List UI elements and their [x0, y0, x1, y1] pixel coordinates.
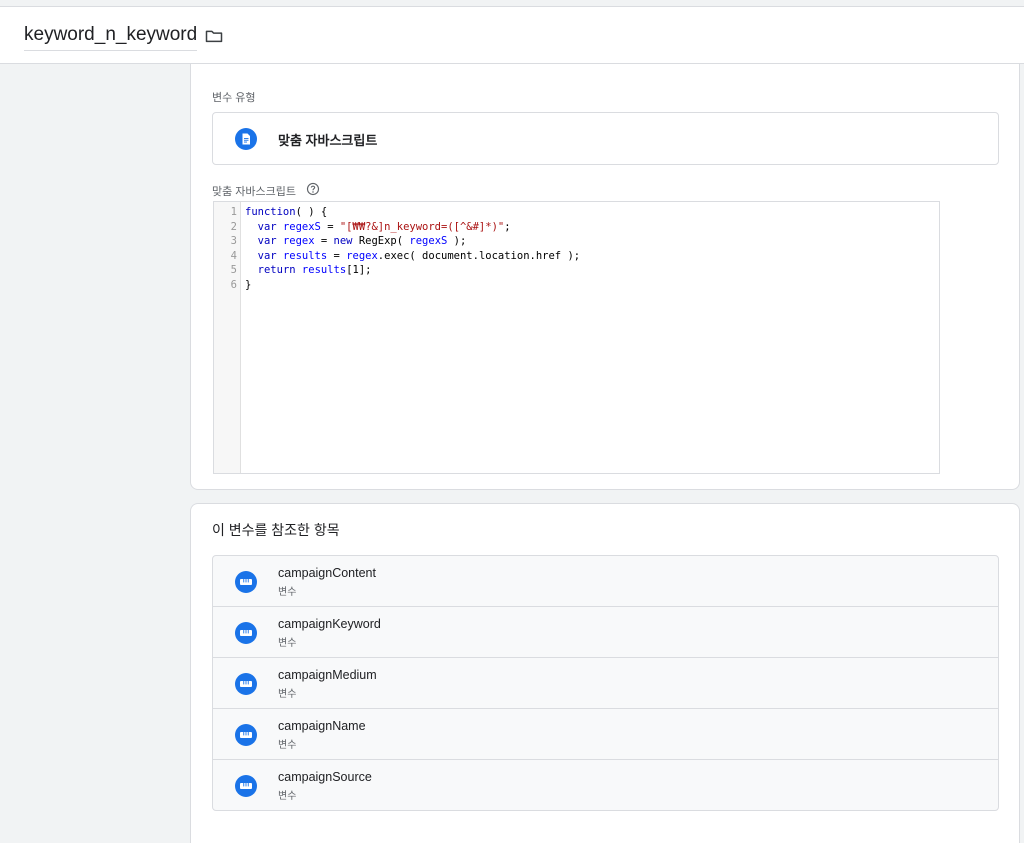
code-line[interactable]: }: [245, 278, 251, 293]
reference-item[interactable]: campaignName 변수: [213, 709, 998, 760]
code-line[interactable]: return results[1];: [245, 263, 372, 278]
reference-name: campaignContent: [278, 566, 376, 580]
variable-type-selector[interactable]: 맞춤 자바스크립트: [212, 112, 999, 165]
help-circle-icon[interactable]: [306, 182, 320, 196]
code-line[interactable]: function( ) {: [245, 205, 327, 220]
line-number: 6: [230, 279, 237, 291]
variable-icon: [235, 775, 257, 797]
line-number: 1: [230, 206, 237, 218]
reference-name: campaignSource: [278, 770, 372, 784]
reference-name: campaignKeyword: [278, 617, 381, 631]
reference-name: campaignName: [278, 719, 366, 733]
code-editor[interactable]: 1 2 3 4 5 6 function( ) { var regexS = "…: [213, 201, 940, 474]
line-number: 3: [230, 235, 237, 248]
variable-icon: [235, 622, 257, 644]
reference-type: 변수: [278, 638, 297, 649]
code-line[interactable]: var results = regex.exec( document.locat…: [245, 249, 580, 264]
variable-icon: [235, 673, 257, 695]
custom-js-label: 맞춤 자바스크립트: [212, 186, 297, 198]
reference-type: 변수: [278, 740, 297, 751]
line-number: 5: [230, 264, 237, 277]
line-number: 4: [230, 249, 237, 262]
page-header: keyword_n_keyword: [0, 6, 1024, 64]
references-card: 이 변수를 참조한 항목 campaignContent 변수 campaign…: [190, 503, 1020, 843]
reference-type: 변수: [278, 689, 297, 700]
code-line[interactable]: var regex = new RegExp( regexS );: [245, 234, 467, 249]
variable-type-label: 변수 유형: [212, 92, 256, 104]
reference-type: 변수: [278, 587, 297, 598]
reference-item[interactable]: campaignMedium 변수: [213, 658, 998, 709]
reference-item[interactable]: campaignSource 변수: [213, 760, 998, 810]
variable-icon: [235, 724, 257, 746]
references-list: campaignContent 변수 campaignKeyword 변수 ca…: [212, 555, 999, 811]
line-number-gutter: 1 2 3 4 5 6: [214, 202, 241, 473]
variable-icon: [235, 571, 257, 593]
reference-type: 변수: [278, 791, 297, 802]
references-title: 이 변수를 참조한 항목: [212, 522, 340, 538]
folder-icon[interactable]: [204, 26, 224, 46]
reference-item[interactable]: campaignContent 변수: [213, 556, 998, 607]
document-icon: [235, 128, 257, 150]
code-line[interactable]: var regexS = "[₩₩?&]n_keyword=([^&#]*)";: [245, 220, 511, 235]
variable-name-title[interactable]: keyword_n_keyword: [24, 24, 198, 51]
reference-name: campaignMedium: [278, 668, 377, 682]
line-number: 2: [230, 220, 237, 233]
variable-type-name: 맞춤 자바스크립트: [278, 133, 378, 148]
reference-item[interactable]: campaignKeyword 변수: [213, 607, 998, 658]
variable-config-card: 변수 유형 맞춤 자바스크립트 맞춤 자바스크립트 1 2 3 4 5 6 fu…: [190, 64, 1020, 490]
